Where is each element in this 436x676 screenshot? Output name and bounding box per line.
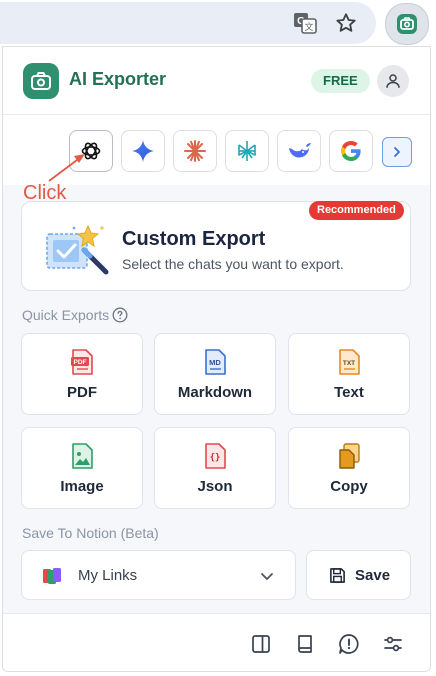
user-avatar[interactable] (377, 65, 409, 97)
app-logo-icon (23, 63, 59, 99)
links-database-icon (43, 568, 61, 584)
notion-selected-value: My Links (78, 567, 138, 584)
quick-exports-heading: Quick Exports (22, 307, 128, 323)
help-icon[interactable] (112, 307, 128, 323)
settings-sliders-icon[interactable] (381, 632, 405, 656)
svg-text:MD: MD (209, 358, 221, 367)
custom-export-description: Select the chats you want to export. (122, 256, 344, 272)
export-markdown-label: Markdown (177, 384, 253, 401)
export-markdown-button[interactable]: MD Markdown (154, 333, 276, 415)
export-image-button[interactable]: Image (21, 427, 143, 509)
model-button-perplexity[interactable] (225, 130, 269, 172)
notion-database-select[interactable]: My Links (21, 550, 296, 600)
chevron-right-icon (394, 147, 400, 157)
model-button-gemini[interactable] (121, 130, 165, 172)
export-pdf-label: PDF (67, 384, 97, 401)
svg-text:TXT: TXT (343, 360, 355, 367)
feedback-icon[interactable] (337, 632, 361, 656)
recommended-badge: Recommended (309, 201, 404, 220)
pdf-file-icon: PDF (71, 349, 93, 375)
export-pdf-button[interactable]: PDF PDF (21, 333, 143, 415)
address-bar[interactable] (0, 2, 376, 44)
quick-exports-label: Quick Exports (22, 307, 110, 323)
md-file-icon: MD (205, 349, 226, 375)
extension-popup: AI Exporter FREE Click Custom Export Sel… (2, 46, 431, 672)
model-button-deepseek[interactable] (277, 130, 321, 172)
app-title: AI Exporter (69, 69, 167, 89)
image-file-icon (72, 443, 93, 469)
model-button-google[interactable] (329, 130, 373, 172)
chevron-down-icon (261, 573, 273, 580)
export-text-button[interactable]: TXT Text (288, 333, 410, 415)
export-image-label: Image (60, 478, 104, 495)
models-next-button[interactable] (382, 137, 412, 167)
save-disk-icon (330, 568, 345, 583)
export-json-label: Json (197, 478, 233, 495)
ai-exporter-logo-icon (397, 14, 417, 34)
svg-text:PDF: PDF (74, 359, 87, 366)
user-icon (386, 74, 400, 88)
translate-icon[interactable]: G 文 (292, 10, 318, 36)
google-g-icon (341, 141, 361, 161)
plan-badge: FREE (311, 69, 370, 93)
book-icon[interactable] (293, 632, 317, 656)
txt-file-icon: TXT (339, 349, 360, 375)
copy-label: Copy (330, 478, 368, 495)
gemini-sparkle-icon (132, 140, 154, 162)
deepseek-whale-icon (289, 143, 311, 158)
export-json-button[interactable]: {} Json (154, 427, 276, 509)
svg-text:{}: {} (210, 453, 221, 463)
notion-save-button[interactable]: Save (306, 550, 411, 600)
copy-button[interactable]: Copy (288, 427, 410, 509)
export-text-label: Text (334, 384, 364, 401)
popup-footer (3, 613, 430, 671)
svg-text:文: 文 (304, 21, 313, 33)
magic-wand-icon (46, 224, 109, 275)
save-label: Save (355, 567, 391, 584)
custom-export-title: Custom Export (122, 228, 266, 250)
browser-toolbar: G 文 (0, 0, 436, 46)
model-button-claude[interactable] (173, 130, 217, 172)
notion-section-label: Save To Notion (Beta) (22, 525, 159, 541)
bookmark-star-icon[interactable] (333, 10, 359, 36)
copy-icon (339, 443, 360, 469)
sidebar-panel-icon[interactable] (249, 632, 273, 656)
perplexity-icon (238, 141, 256, 161)
extension-button[interactable] (385, 3, 429, 45)
annotation-arrow-icon (48, 154, 85, 182)
json-file-icon: {} (205, 443, 226, 469)
claude-starburst-icon (184, 140, 206, 162)
popup-header: AI Exporter FREE (3, 47, 430, 115)
